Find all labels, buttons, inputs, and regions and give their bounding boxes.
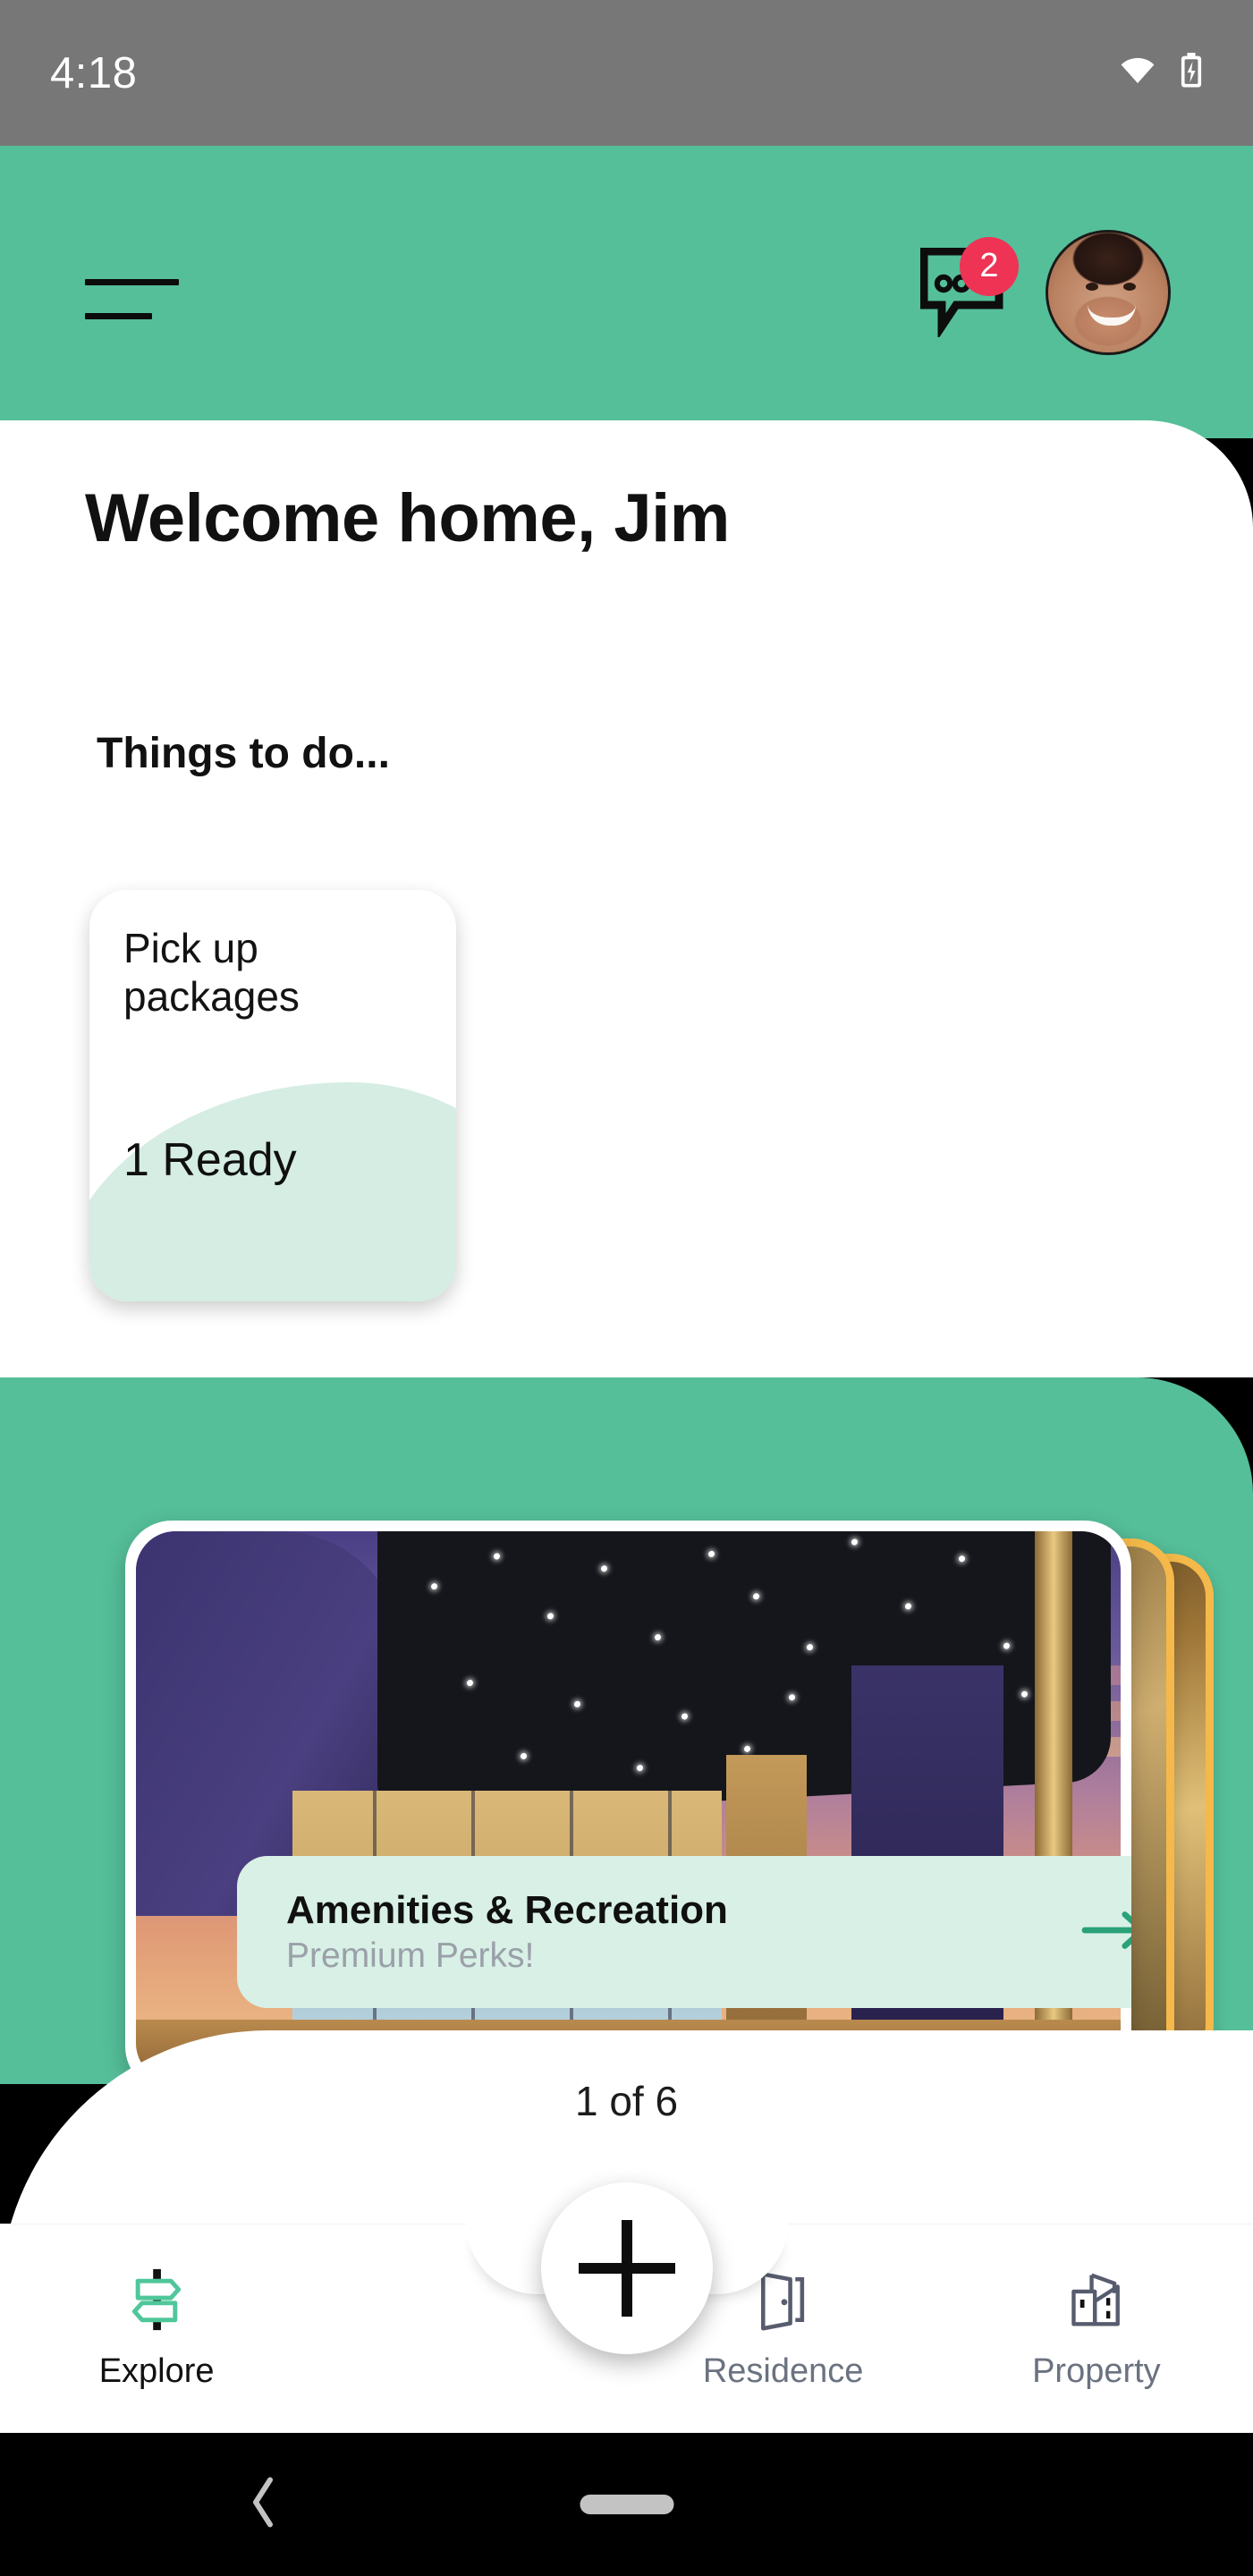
status-bar: 4:18	[0, 0, 1253, 146]
arrow-right-icon[interactable]	[1081, 1907, 1131, 1958]
nav-item-property[interactable]: Property	[940, 2224, 1253, 2391]
chat-unread-badge: 2	[960, 236, 1019, 296]
plus-icon-horizontal	[578, 2263, 675, 2274]
carousel-card-subtitle: Premium Perks!	[286, 1936, 535, 1975]
status-bar-icons	[1119, 53, 1203, 93]
nav-label-property: Property	[1032, 2352, 1161, 2390]
app-bar: 2	[0, 146, 1253, 438]
wifi-icon	[1119, 56, 1156, 89]
chat-bubble-icon[interactable]: 2	[919, 236, 1019, 340]
app-bar-actions: 2	[919, 229, 1171, 355]
menu-line-top	[85, 278, 179, 285]
chevron-left-icon[interactable]	[249, 2477, 279, 2533]
carousel-pagination: 1 of 6	[574, 2078, 679, 2124]
carousel-section: Amenities & Recreation Premium Perks!	[0, 1377, 1253, 2093]
open-door-icon	[756, 2267, 811, 2336]
menu-line-bottom	[85, 312, 152, 319]
add-button-fab[interactable]	[540, 2182, 713, 2354]
signpost-icon	[129, 2267, 184, 2336]
carousel-card-text: Amenities & Recreation Premium Perks!	[286, 1888, 728, 1976]
task-card-pick-up-packages[interactable]: Pick up packages 1 Ready	[89, 890, 456, 1301]
main-content-panel: Welcome home, Jim Things to do... Pick u…	[0, 420, 1253, 1377]
things-to-do-heading: Things to do...	[97, 730, 390, 777]
carousel-card-info: Amenities & Recreation Premium Perks!	[237, 1856, 1131, 2008]
carousel-card-title: Amenities & Recreation	[286, 1888, 728, 1932]
carousel-card-amenities[interactable]: Amenities & Recreation Premium Perks!	[125, 1521, 1131, 2093]
task-card-title: Pick up packages	[123, 925, 300, 1021]
buildings-icon	[1069, 2267, 1124, 2336]
home-pill-indicator[interactable]	[580, 2495, 673, 2514]
header-band: 2	[0, 146, 1253, 438]
avatar-eye-left	[1086, 282, 1098, 291]
avatar-eye-right	[1123, 282, 1136, 291]
user-avatar[interactable]	[1046, 229, 1171, 355]
nav-item-explore[interactable]: Explore	[0, 2224, 313, 2391]
android-navigation-bar	[0, 2433, 1253, 2576]
status-bar-clock: 4:18	[50, 48, 138, 97]
page-title: Welcome home, Jim	[85, 480, 730, 556]
task-card-status: 1 Ready	[123, 1134, 297, 1186]
battery-charging-icon	[1180, 53, 1203, 93]
nav-label-residence: Residence	[702, 2352, 864, 2390]
hamburger-menu-icon[interactable]	[85, 266, 179, 319]
nav-label-explore: Explore	[98, 2352, 215, 2390]
avatar-photo	[1048, 232, 1168, 352]
task-card-blob	[89, 1082, 456, 1301]
